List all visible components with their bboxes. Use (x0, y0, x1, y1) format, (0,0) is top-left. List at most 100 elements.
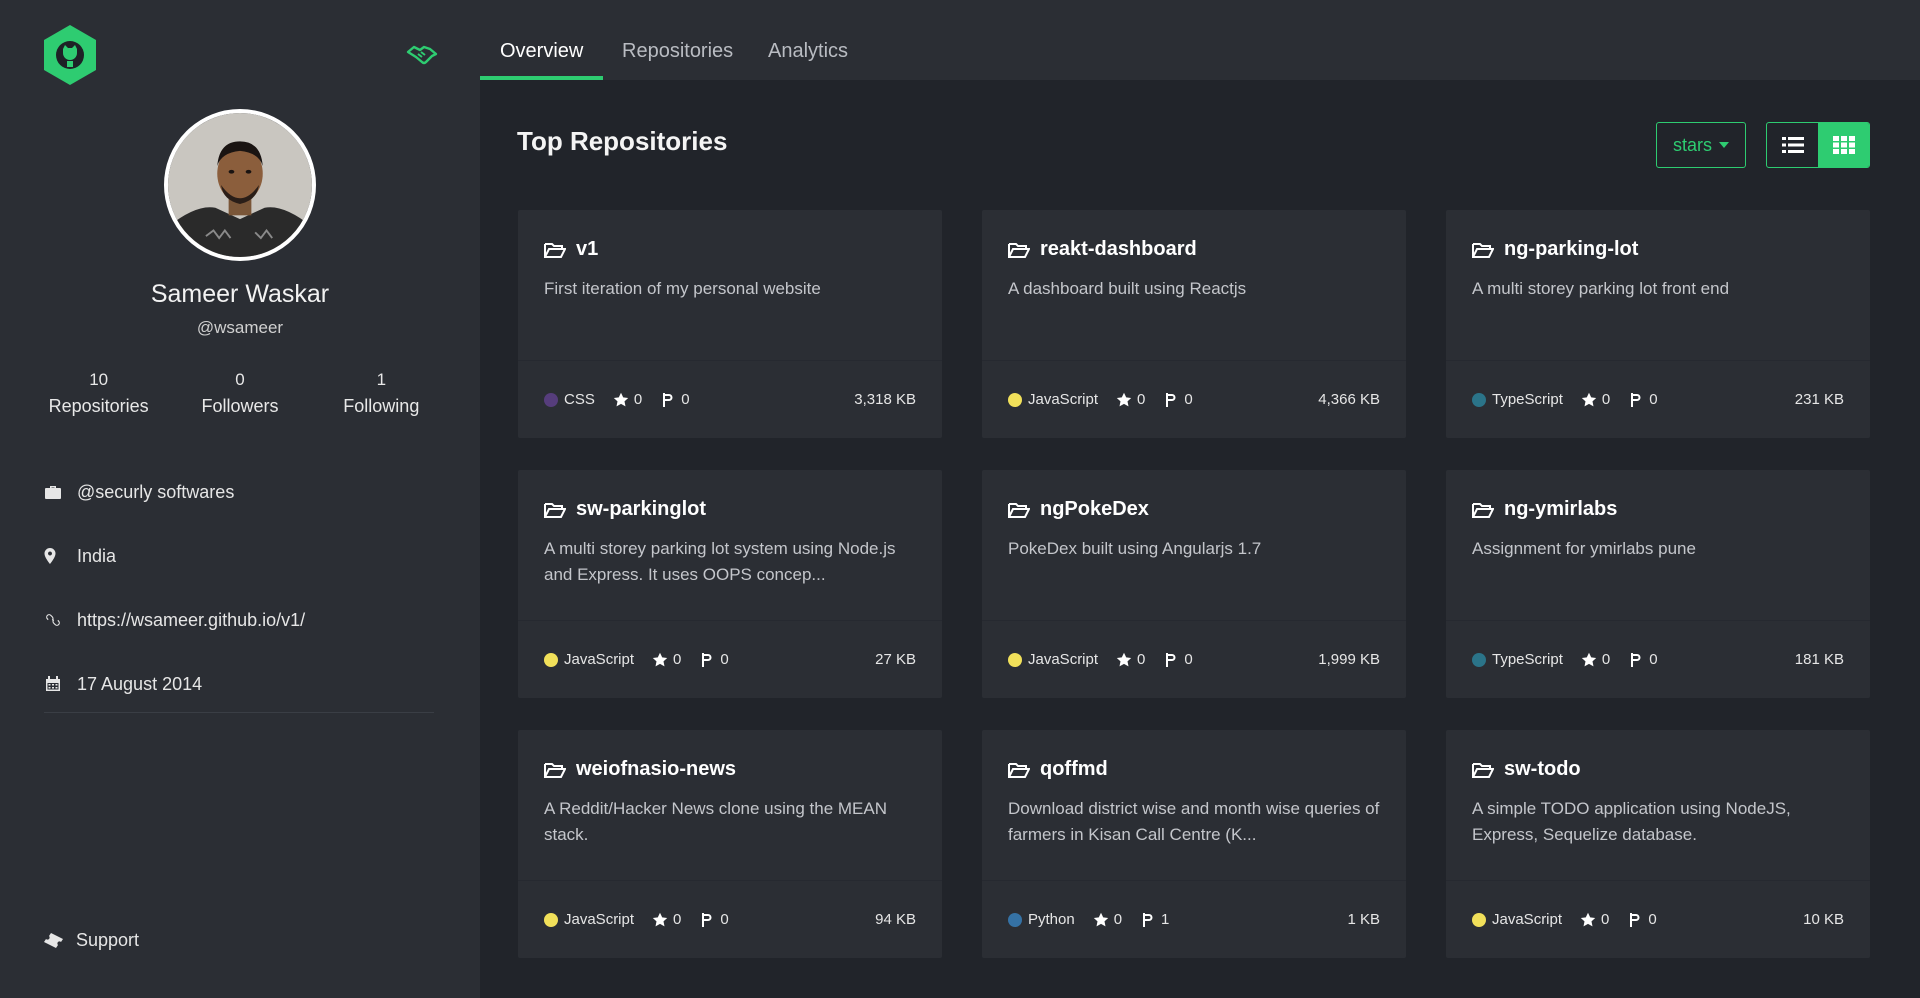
star-icon (1580, 912, 1596, 926)
language-dot (544, 652, 558, 667)
fork-icon (1630, 912, 1640, 927)
star-count: 0 (1137, 391, 1146, 408)
language-name: JavaScript (1028, 651, 1099, 668)
star-count: 0 (1601, 651, 1611, 668)
repo-forks: 0 (1163, 651, 1193, 668)
support-link[interactable]: Support (44, 930, 139, 951)
top-nav: Overview Repositories Analytics (479, 0, 1920, 80)
repo-card-header: sw-todo (1472, 758, 1581, 781)
stat-value: 10 (89, 370, 109, 389)
repo-card-footer: JavaScript 0 0 1,999 KB (982, 620, 1406, 698)
github-hexagon-logo-icon[interactable] (43, 24, 97, 86)
stat-label: Repositories (48, 396, 149, 416)
grid-view-button[interactable] (1818, 123, 1869, 167)
repo-description: Assignment for ymirlabs pune (1472, 539, 1696, 558)
repo-stars: 0 (1580, 911, 1609, 928)
tab-overview[interactable]: Overview (479, 0, 604, 80)
stat-repositories[interactable]: 10 Repositories (28, 370, 169, 417)
repo-card-footer: JavaScript 0 0 10 KB (1446, 880, 1870, 958)
profile-login[interactable]: @wsameer (0, 318, 480, 338)
repo-description: A simple TODO application using NodeJS, … (1472, 799, 1791, 844)
profile-name: Sameer Waskar (150, 280, 330, 308)
repo-card-header: weiofnasio-news (544, 758, 736, 781)
repo-stars: 0 (1093, 911, 1122, 928)
repo-description: PokeDex built using Angularjs 1.7 (1008, 539, 1262, 558)
repo-forks: 0 (699, 911, 729, 928)
link-icon (44, 610, 76, 630)
tab-analytics[interactable]: Analytics (768, 0, 848, 80)
language-name: JavaScript (564, 651, 635, 668)
repo-forks: 0 (660, 391, 690, 408)
handshake-icon[interactable] (406, 42, 438, 66)
repo-name[interactable]: ng-parking-lot (1504, 238, 1638, 261)
fork-count: 1 (1161, 911, 1170, 928)
repo-stars: 0 (1116, 391, 1145, 408)
language-name: TypeScript (1492, 651, 1563, 668)
ticket-icon (44, 932, 76, 950)
repo-language: JavaScript (1008, 391, 1098, 408)
sort-dropdown-button[interactable]: stars (1656, 122, 1746, 168)
language-name: CSS (564, 391, 595, 408)
repo-card[interactable]: weiofnasio-news A Reddit/Hacker News clo… (518, 730, 942, 958)
repo-card-header: qoffmd (1008, 758, 1108, 781)
repo-name[interactable]: ng-ymirlabs (1504, 498, 1617, 521)
repo-card[interactable]: ng-parking-lot A multi storey parking lo… (1446, 210, 1870, 438)
repo-name[interactable]: sw-parkinglot (576, 498, 706, 521)
repo-forks: 0 (699, 651, 729, 668)
list-view-button[interactable] (1767, 123, 1818, 167)
folder-open-icon (1008, 761, 1030, 779)
fork-count: 0 (1648, 911, 1657, 928)
repo-card[interactable]: sw-todo A simple TODO application using … (1446, 730, 1870, 958)
fork-icon (1166, 392, 1176, 407)
repo-card[interactable]: v1 First iteration of my personal websit… (518, 210, 942, 438)
repo-grid: v1 First iteration of my personal websit… (518, 210, 1870, 958)
fork-icon (1143, 912, 1153, 927)
star-icon (652, 652, 668, 666)
repo-card[interactable]: sw-parkinglot A multi storey parking lot… (518, 470, 942, 698)
sidebar: Sameer Waskar @wsameer 10 Repositories 0… (0, 0, 480, 998)
fork-icon (702, 912, 712, 927)
repo-card-header: ng-ymirlabs (1472, 498, 1617, 521)
view-toggle (1766, 122, 1870, 168)
folder-open-icon (544, 241, 566, 259)
stat-following[interactable]: 1 Following (311, 370, 452, 417)
caret-down-icon (1719, 142, 1729, 148)
repo-card[interactable]: reakt-dashboard A dashboard built using … (982, 210, 1406, 438)
repo-card[interactable]: ngPokeDex PokeDex built using Angularjs … (982, 470, 1406, 698)
repo-description: First iteration of my personal website (544, 279, 821, 298)
tab-repositories[interactable]: Repositories (622, 0, 733, 80)
repo-stars: 0 (613, 391, 642, 408)
folder-open-icon (1472, 501, 1494, 519)
language-dot (1472, 912, 1486, 927)
repo-name[interactable]: reakt-dashboard (1040, 238, 1197, 261)
repo-name[interactable]: v1 (576, 238, 598, 261)
app-root: Sameer Waskar @wsameer 10 Repositories 0… (0, 0, 1920, 998)
repo-forks: 1 (1140, 911, 1169, 928)
star-count: 0 (1137, 651, 1146, 668)
repo-name[interactable]: sw-todo (1504, 758, 1581, 781)
repo-stars: 0 (1116, 651, 1145, 668)
repo-card[interactable]: qoffmd Download district wise and month … (982, 730, 1406, 958)
fork-icon (1631, 652, 1641, 667)
repo-description: A multi storey parking lot front end (1472, 279, 1730, 298)
repo-name[interactable]: ngPokeDex (1040, 498, 1149, 521)
grid-icon (1832, 136, 1855, 154)
language-dot (1472, 392, 1486, 407)
repo-name[interactable]: weiofnasio-news (576, 758, 736, 781)
list-icon (1781, 137, 1804, 153)
map-pin-icon (44, 546, 76, 566)
repo-card[interactable]: ng-ymirlabs Assignment for ymirlabs pune… (1446, 470, 1870, 698)
stat-followers[interactable]: 0 Followers (169, 370, 310, 417)
repo-card-footer: JavaScript 0 0 27 KB (518, 620, 942, 698)
star-icon (613, 392, 629, 406)
info-website-text[interactable]: https://wsameer.github.io/v1/ (77, 610, 305, 631)
stat-label: Following (343, 396, 420, 416)
calendar-icon (44, 674, 76, 694)
repo-forks: 0 (1628, 651, 1658, 668)
folder-open-icon (1008, 501, 1030, 519)
language-name: JavaScript (1492, 911, 1563, 928)
repo-name[interactable]: qoffmd (1040, 758, 1108, 781)
repo-description: A Reddit/Hacker News clone using the MEA… (544, 799, 887, 844)
info-website[interactable]: https://wsameer.github.io/v1/ (44, 588, 444, 652)
repo-forks: 0 (1628, 391, 1658, 408)
